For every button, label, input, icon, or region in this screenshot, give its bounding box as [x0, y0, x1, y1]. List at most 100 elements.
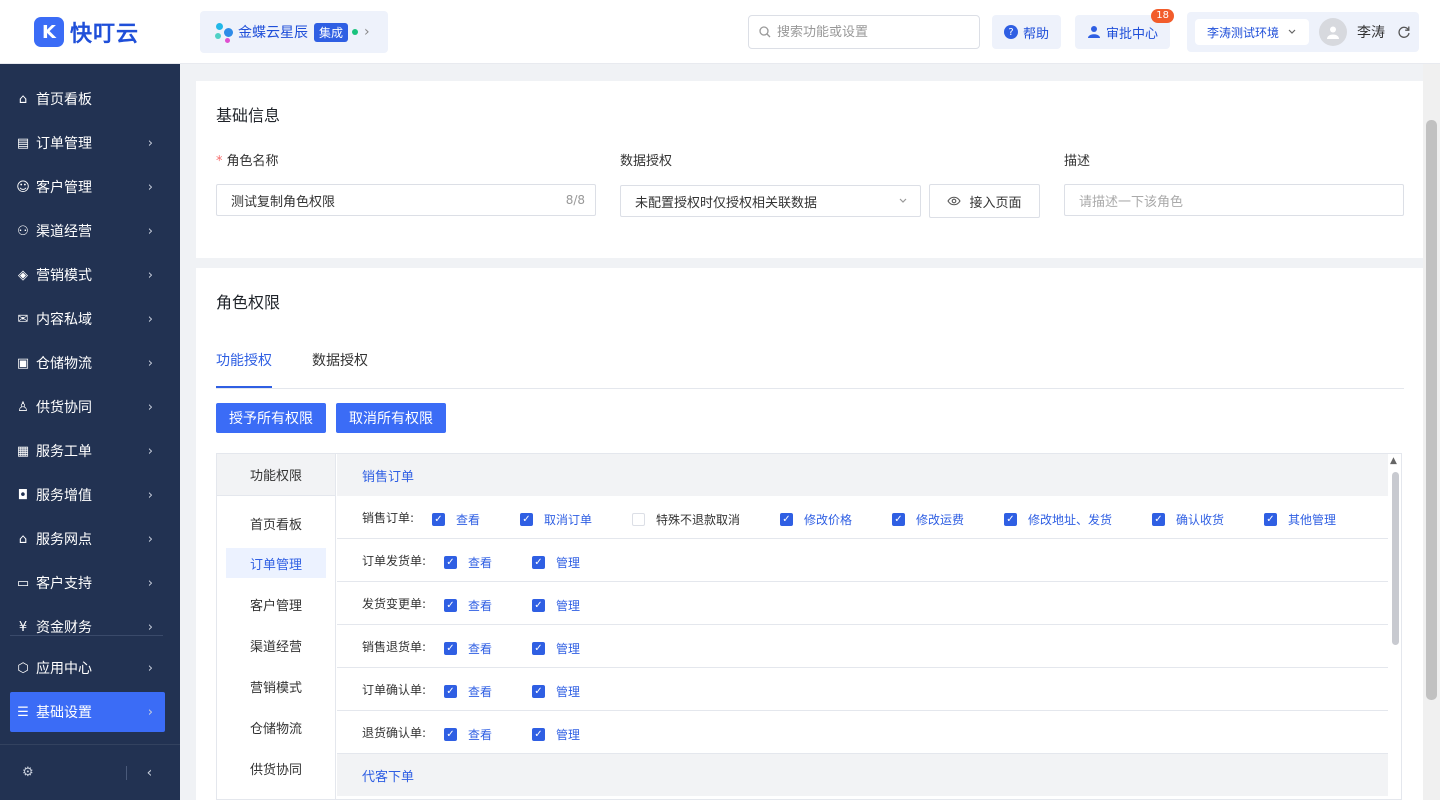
- checkbox-view[interactable]: ✓ 查看: [444, 597, 492, 614]
- checkbox-checked-icon: ✓: [532, 599, 545, 612]
- checkbox-manage[interactable]: ✓ 管理: [532, 640, 580, 657]
- checkbox-label: 修改价格: [804, 513, 853, 527]
- checkbox-label: 查看: [468, 728, 493, 742]
- checkbox-label: 管理: [556, 599, 581, 613]
- checkbox-view[interactable]: ✓ 查看: [444, 554, 492, 571]
- role-name-input[interactable]: 测试复制角色权限 8/8: [216, 184, 596, 216]
- checkbox-manage[interactable]: ✓ 管理: [532, 554, 580, 571]
- sidebar-item-app-center[interactable]: ⬡ 应用中心 ›: [10, 648, 165, 688]
- module-item-home[interactable]: 首页看板: [226, 508, 326, 538]
- module-item-marketing[interactable]: 营销模式: [226, 671, 326, 701]
- checkbox-modify-freight[interactable]: ✓ 修改运费: [892, 511, 964, 528]
- checkbox-other-manage[interactable]: ✓ 其他管理: [1264, 511, 1336, 528]
- sidebar-item-finance[interactable]: ¥ 资金财务 ›: [10, 607, 165, 647]
- sidebar-item-orders[interactable]: ▤ 订单管理 ›: [10, 123, 165, 163]
- access-page-button[interactable]: 接入页面: [929, 184, 1040, 218]
- checkbox-manage[interactable]: ✓ 管理: [532, 597, 580, 614]
- footer-divider: [125, 765, 127, 780]
- search-input[interactable]: [777, 24, 967, 40]
- tabs-divider: [216, 388, 1404, 389]
- sidebar: ⌂ 首页看板 ▤ 订单管理 › ☺ 客户管理 › ⚇ 渠道经营 › ◈ 营销模式…: [0, 64, 180, 800]
- chevron-right-icon: ›: [147, 704, 153, 720]
- active-tab-indicator: [216, 386, 272, 388]
- grant-all-button[interactable]: 授予所有权限: [216, 403, 326, 433]
- checkbox-manage[interactable]: ✓ 管理: [532, 683, 580, 700]
- checkbox-view[interactable]: ✓ 查看: [444, 726, 492, 743]
- sidebar-item-value-added[interactable]: ◘ 服务增值 ›: [10, 475, 165, 515]
- sidebar-item-supply[interactable]: ♙ 供货协同 ›: [10, 387, 165, 427]
- checkbox-confirm-receipt[interactable]: ✓ 确认收货: [1152, 511, 1224, 528]
- sidebar-item-service-points[interactable]: ⌂ 服务网点 ›: [10, 519, 165, 559]
- yuan-icon: ¥: [18, 619, 28, 635]
- checkbox-label: 管理: [556, 642, 581, 656]
- data-auth-select[interactable]: 未配置授权时仅授权相关联数据: [620, 185, 921, 217]
- tab-data-auth[interactable]: 数据授权: [312, 350, 368, 370]
- chevron-right-icon: ›: [147, 575, 153, 591]
- sidebar-item-channels[interactable]: ⚇ 渠道经营 ›: [10, 211, 165, 251]
- group-header-sales-orders: 销售订单: [337, 454, 1388, 496]
- sidebar-item-support[interactable]: ▭ 客户支持 ›: [10, 563, 165, 603]
- tab-function-auth[interactable]: 功能授权: [216, 350, 272, 370]
- page-scrollbar[interactable]: [1423, 64, 1440, 800]
- sidebar-item-basic-settings[interactable]: ☰ 基础设置 ›: [10, 692, 165, 732]
- org-logo-icon: [214, 21, 234, 43]
- access-page-label: 接入页面: [969, 195, 1022, 211]
- table-scroll-thumb[interactable]: [1392, 472, 1399, 645]
- sidebar-item-label: 客户支持: [36, 576, 92, 592]
- sidebar-item-marketing[interactable]: ◈ 营销模式 ›: [10, 255, 165, 295]
- description-input[interactable]: 请描述一下该角色: [1064, 184, 1404, 216]
- checkbox-checked-icon: ✓: [1152, 513, 1165, 526]
- chevron-down-icon: [1288, 29, 1296, 34]
- module-item-channels[interactable]: 渠道经营: [226, 630, 326, 660]
- refresh-icon[interactable]: [1397, 25, 1411, 39]
- revoke-all-button[interactable]: 取消所有权限: [336, 403, 446, 433]
- sidebar-item-warehouse[interactable]: ▣ 仓储物流 ›: [10, 343, 165, 383]
- checkbox-view[interactable]: ✓ 查看: [444, 640, 492, 657]
- permission-row: 订单发货单: ✓ 查看 ✓ 管理: [337, 539, 1388, 582]
- search-box[interactable]: [748, 15, 980, 49]
- checkbox-modify-price[interactable]: ✓ 修改价格: [780, 511, 852, 528]
- basic-info-title: 基础信息: [216, 106, 281, 125]
- module-item-customers[interactable]: 客户管理: [226, 589, 326, 619]
- collapse-sidebar-icon[interactable]: ‹: [147, 765, 153, 781]
- help-button[interactable]: ? 帮助: [992, 15, 1062, 49]
- sidebar-item-label: 渠道经营: [36, 224, 92, 240]
- checkbox-modify-address[interactable]: ✓ 修改地址、发货: [1004, 511, 1112, 528]
- chevron-right-icon: ›: [364, 24, 370, 40]
- permission-row: 订单确认单: ✓ 查看 ✓ 管理: [337, 668, 1388, 711]
- row-label: 退货确认单:: [362, 726, 427, 740]
- env-selector[interactable]: 李涛测试环境: [1195, 19, 1310, 45]
- channel-icon: ⚇: [17, 223, 29, 239]
- sidebar-item-home[interactable]: ⌂ 首页看板: [10, 79, 165, 119]
- scroll-up-arrow-icon[interactable]: ▲: [1390, 456, 1397, 466]
- checkbox-view[interactable]: ✓ 查看: [444, 683, 492, 700]
- store-icon: ⌂: [18, 531, 28, 547]
- org-switcher[interactable]: 金蝶云星辰 集成 ›: [200, 11, 388, 53]
- app-logo[interactable]: K 快叮云: [34, 16, 139, 48]
- sidebar-item-tickets[interactable]: ▦ 服务工单 ›: [10, 431, 165, 471]
- sidebar-item-content[interactable]: ✉ 内容私域 ›: [10, 299, 165, 339]
- checkbox-special-cancel[interactable]: 特殊不退款取消: [632, 511, 740, 528]
- basic-info-card: 基础信息 * 角色名称 测试复制角色权限 8/8 数据授权 未配置授权时仅授权相关…: [196, 81, 1424, 258]
- home-icon: ⌂: [18, 91, 28, 107]
- top-bar: K 快叮云 金蝶云星辰 集成 › ? 帮助 审批中心 18 李涛测试环境: [0, 0, 1440, 64]
- module-item-supply[interactable]: 供货协同: [226, 753, 326, 783]
- checkbox-checked-icon: ✓: [532, 642, 545, 655]
- settings-list-icon: ☰: [17, 704, 29, 720]
- online-status-dot: [352, 29, 359, 35]
- checkbox-checked-icon: ✓: [532, 685, 545, 698]
- module-item-orders[interactable]: 订单管理: [226, 548, 326, 578]
- gear-icon[interactable]: ⚙: [22, 765, 34, 780]
- avatar[interactable]: [1319, 18, 1348, 46]
- page-scroll-thumb[interactable]: [1426, 120, 1437, 700]
- chevron-right-icon: ›: [147, 355, 153, 371]
- checkbox-cancel-order[interactable]: ✓ 取消订单: [520, 511, 592, 528]
- approval-center-button[interactable]: 审批中心 18: [1075, 9, 1175, 49]
- approval-count-badge: 18: [1151, 9, 1175, 23]
- sidebar-item-customers[interactable]: ☺ 客户管理 ›: [10, 167, 165, 207]
- checkbox-view[interactable]: ✓ 查看: [432, 511, 480, 528]
- module-item-warehouse[interactable]: 仓储物流: [226, 712, 326, 742]
- search-icon: [759, 26, 771, 38]
- data-auth-label: 数据授权: [620, 154, 673, 169]
- checkbox-manage[interactable]: ✓ 管理: [532, 726, 580, 743]
